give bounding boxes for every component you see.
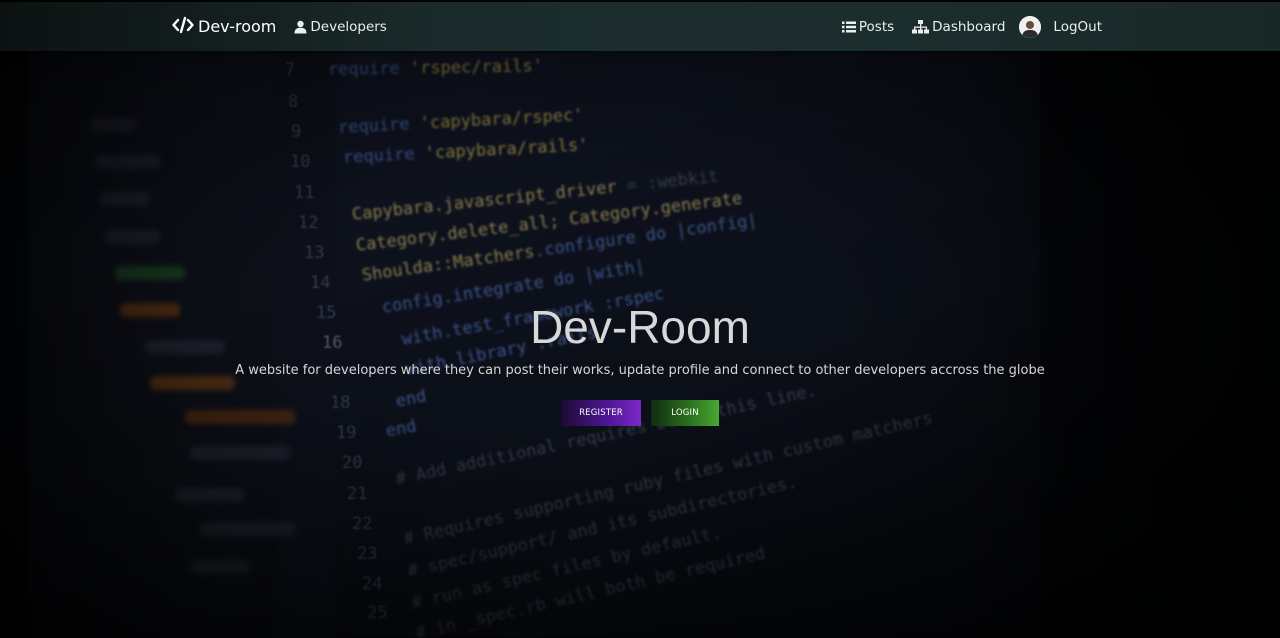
hero-title: Dev-Room xyxy=(530,301,750,353)
login-button[interactable]: LOGIN xyxy=(651,400,719,426)
register-button[interactable]: REGISTER xyxy=(561,400,641,426)
hero-buttons: REGISTER LOGIN xyxy=(0,400,1280,426)
nav-developers-label: Developers xyxy=(310,18,387,35)
brand-link[interactable]: Dev-room xyxy=(172,16,276,38)
hero-subtitle: A website for developers where they can … xyxy=(235,363,1045,378)
brand-label: Dev-room xyxy=(198,17,277,36)
avatar[interactable] xyxy=(1019,15,1042,38)
code-icon xyxy=(172,16,194,38)
nav-posts[interactable]: Posts xyxy=(841,18,895,35)
navbar-left: Dev-room Developers xyxy=(172,2,387,51)
nav-dashboard-label: Dashboard xyxy=(932,18,1006,35)
list-icon xyxy=(841,21,856,33)
user-icon xyxy=(294,20,307,34)
nav-dashboard[interactable]: Dashboard xyxy=(912,19,1005,35)
navbar-right: Posts Dashboard LogOut xyxy=(824,2,1102,51)
nav-developers[interactable]: Developers xyxy=(294,18,387,35)
nav-logout[interactable]: LogOut xyxy=(1053,19,1102,35)
sitemap-icon xyxy=(912,19,930,34)
nav-posts-label: Posts xyxy=(858,18,895,35)
navbar: Dev-room Developers Posts Dashboard LogO… xyxy=(0,2,1280,51)
landing-page: 7 8 9 10 11 12 13 14 15 16 18 19 20 21 2… xyxy=(0,0,1280,638)
